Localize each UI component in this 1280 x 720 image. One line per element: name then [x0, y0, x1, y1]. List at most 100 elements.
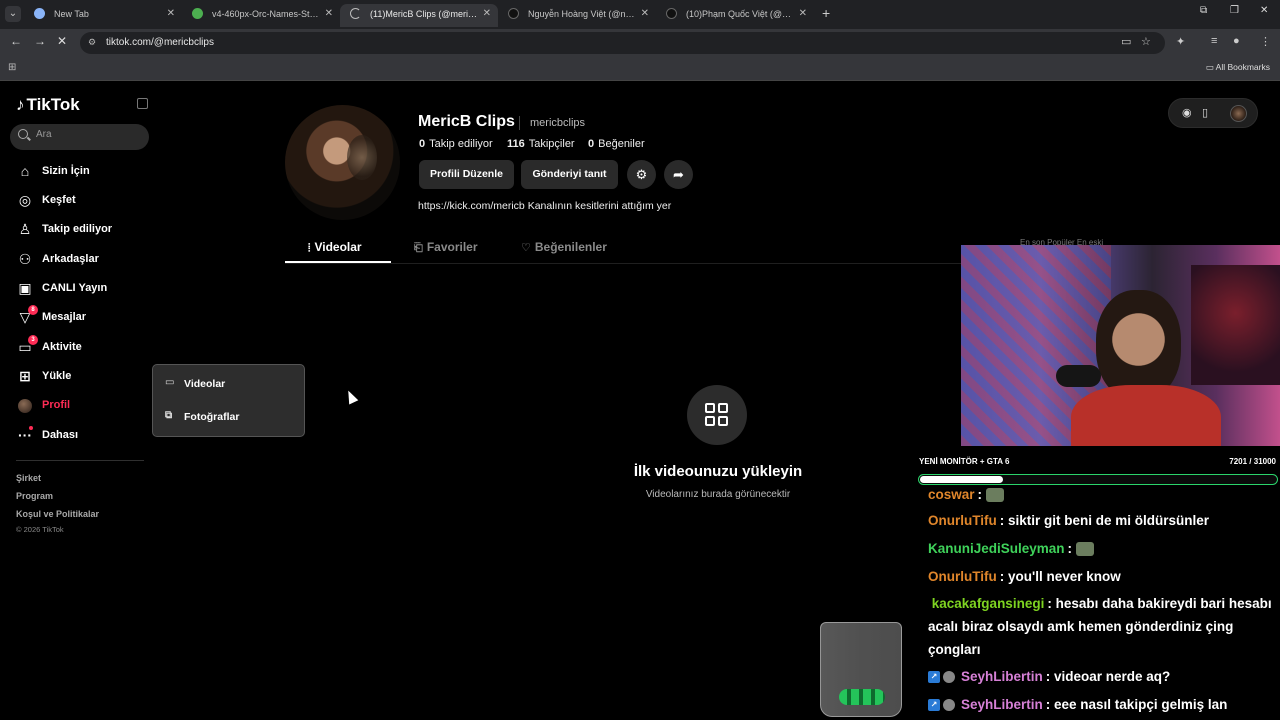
collapse-sidebar-icon[interactable] [137, 98, 148, 109]
all-bookmarks-button[interactable]: ▭ All Bookmarks [1206, 62, 1270, 73]
chat-username: SeyhLibertin [961, 669, 1043, 684]
sidebar-item-following[interactable]: ♙ Takip ediliyor [16, 219, 146, 241]
window-tab-icon[interactable]: ⧉ [1200, 5, 1207, 16]
search-box[interactable] [10, 124, 149, 150]
following-stat[interactable]: 0 Takip ediliyor [419, 138, 493, 150]
edit-profile-button[interactable]: Profili Düzenle [419, 160, 514, 189]
sidebar-item-activity[interactable]: ▭ 3 Aktivite [16, 335, 146, 359]
sidebar-item-for-you[interactable]: ⌂ Sizin İçin [16, 161, 146, 183]
footer-link-company[interactable]: Şirket [16, 473, 41, 483]
search-input[interactable] [36, 129, 146, 140]
user-avatar-icon[interactable] [1230, 105, 1247, 122]
reading-list-icon[interactable]: ≡ [1211, 35, 1217, 47]
sidebar-item-profile[interactable]: Profil [16, 395, 146, 417]
address-bar[interactable]: ⚙ tiktok.com/@mericbclips [80, 32, 1165, 54]
new-tab-button[interactable]: + [822, 5, 830, 21]
apps-grid-icon[interactable]: ⊞ [8, 62, 16, 73]
browser-tab-nguyen[interactable]: Nguyễn Hoàng Việt (@nguyn.h ✕ [498, 4, 656, 27]
chat-username: coswar [928, 487, 975, 502]
close-tab-icon[interactable]: ✕ [167, 4, 175, 24]
following-label: Takip ediliyor [429, 138, 493, 150]
bookmarks-bar: ⊞ ▭ All Bookmarks [0, 56, 1280, 81]
back-button[interactable]: ← [10, 34, 22, 48]
footer-link-program[interactable]: Program [16, 491, 53, 501]
sidebar-item-label: Yükle [42, 370, 72, 382]
chat-username: KanuniJediSuleyman [928, 541, 1065, 556]
close-tab-icon[interactable]: ✕ [483, 4, 491, 24]
sidebar-item-upload[interactable]: ⊞ Yükle [16, 366, 146, 388]
coins-icon[interactable]: ◉ [1182, 106, 1192, 119]
bookmark-icon: ⎗ [414, 242, 423, 254]
chat-text: siktir git beni de mi öldürsünler [1008, 513, 1210, 528]
sidebar-item-explore[interactable]: ◎ Keşfet [16, 190, 146, 212]
chat-message: coswar: [928, 486, 1276, 508]
stop-loading-button[interactable]: ✕ [57, 34, 67, 48]
footer-link-terms[interactable]: Koşul ve Politikalar [16, 509, 99, 519]
promote-post-button[interactable]: Gönderiyi tanıt [521, 160, 618, 189]
close-window-button[interactable]: ✕ [1260, 5, 1268, 16]
settings-gear-icon[interactable]: ⚙ [627, 160, 656, 189]
chat-badge-icon [943, 671, 955, 684]
tab-title: Nguyễn Hoàng Việt (@nguyn.h [528, 9, 638, 19]
browser-toolbar: ← → ✕ ⚙ tiktok.com/@mericbclips ▭ ☆ ✦ ≡ … [0, 29, 1280, 56]
upload-menu-videos[interactable]: ▭ Videolar [165, 376, 295, 394]
close-tab-icon[interactable]: ✕ [325, 4, 333, 24]
tab-search-button[interactable]: ⌄ [5, 6, 21, 22]
loading-spinner-icon [350, 8, 361, 19]
tab-label: Beğenilenler [534, 240, 607, 254]
sidebar-item-messages[interactable]: ▽ 8 Mesajlar [16, 305, 146, 329]
bookmark-star-icon[interactable]: ☆ [1141, 35, 1151, 48]
profile-avatar-icon [18, 399, 32, 413]
menu-kebab-icon[interactable]: ⋮ [1260, 35, 1271, 48]
all-bookmarks-label: All Bookmarks [1215, 62, 1270, 72]
dice-pile [839, 689, 885, 705]
sidebar-item-more[interactable]: ··· Dahası [16, 425, 146, 447]
sidebar-item-label: CANLI Yayın [42, 282, 108, 294]
restore-window-button[interactable]: ❐ [1230, 5, 1239, 16]
chrome-icon [34, 8, 45, 19]
tab-favorites[interactable]: ⎗ Favoriler [414, 240, 478, 255]
profile-avatar[interactable] [285, 105, 400, 220]
share-arrow-icon[interactable]: ➦ [664, 160, 693, 189]
profile-avatar-icon[interactable]: ● [1233, 35, 1240, 47]
sidebar-item-label: Aktivite [42, 341, 82, 353]
tab-label: Videolar [314, 240, 362, 254]
grid-lines-icon: ⦙ [308, 242, 311, 254]
followers-stat[interactable]: 116 Takipçiler [507, 138, 575, 150]
video-camera-icon: ▭ [165, 377, 175, 388]
emote-icon [986, 488, 1005, 503]
browser-tab-mericb[interactable]: (11)MericB Clips (@mericbclips) ✕ [340, 4, 498, 27]
friends-icon: ⚇ [18, 251, 32, 267]
browser-tab-orc-names[interactable]: v4-460px-Orc-Names-Step-1.jpg ✕ [182, 4, 340, 27]
close-tab-icon[interactable]: ✕ [641, 4, 649, 24]
live-icon: ▣ [18, 280, 32, 296]
sidebar-item-friends[interactable]: ⚇ Arkadaşlar [16, 249, 146, 271]
cast-icon[interactable]: ▭ [1121, 35, 1131, 48]
name-separator [519, 116, 520, 130]
tab-liked[interactable]: ♡ Beğenilenler [521, 240, 607, 254]
sidebar-item-live[interactable]: ▣ CANLI Yayın [16, 278, 146, 300]
stream-goal-title: YENİ MONİTÖR + GTA 6 [919, 457, 1010, 466]
tiktok-logo[interactable]: ♪ TikTok [16, 95, 80, 115]
extensions-icon[interactable]: ✦ [1176, 35, 1185, 48]
tab-title: (10)Phạm Quốc Việt (@phm.qu [686, 9, 796, 19]
chat-message: OnurluTifu: siktir git beni de mi öldürs… [928, 513, 1210, 528]
chat-text: you'll never know [1008, 569, 1121, 584]
url-text[interactable]: tiktok.com/@mericbclips [106, 37, 214, 48]
likes-count: 0 [588, 138, 595, 150]
browser-tab-new-tab[interactable]: New Tab ✕ [24, 4, 182, 27]
dice-cup [820, 622, 902, 717]
profile-bio: https://kick.com/mericb Kanalının kesitl… [418, 200, 672, 212]
user-follow-icon: ♙ [18, 221, 32, 237]
site-info-icon[interactable]: ⚙ [88, 37, 96, 48]
forward-button[interactable]: → [34, 34, 46, 48]
browser-tab-pham[interactable]: (10)Phạm Quốc Việt (@phm.qu ✕ [656, 4, 814, 27]
chat-badge-icon: ↗ [928, 699, 940, 712]
close-tab-icon[interactable]: ✕ [799, 4, 807, 24]
copyright-text: © 2026 TikTok [16, 525, 64, 534]
phone-icon[interactable]: ▯ [1202, 106, 1208, 119]
tab-videos[interactable]: ⦙ Videolar [308, 240, 362, 255]
messages-badge: 8 [28, 305, 38, 315]
upload-menu-photos[interactable]: ⧉ Fotoğraflar [165, 409, 295, 427]
following-count: 0 [419, 138, 426, 150]
